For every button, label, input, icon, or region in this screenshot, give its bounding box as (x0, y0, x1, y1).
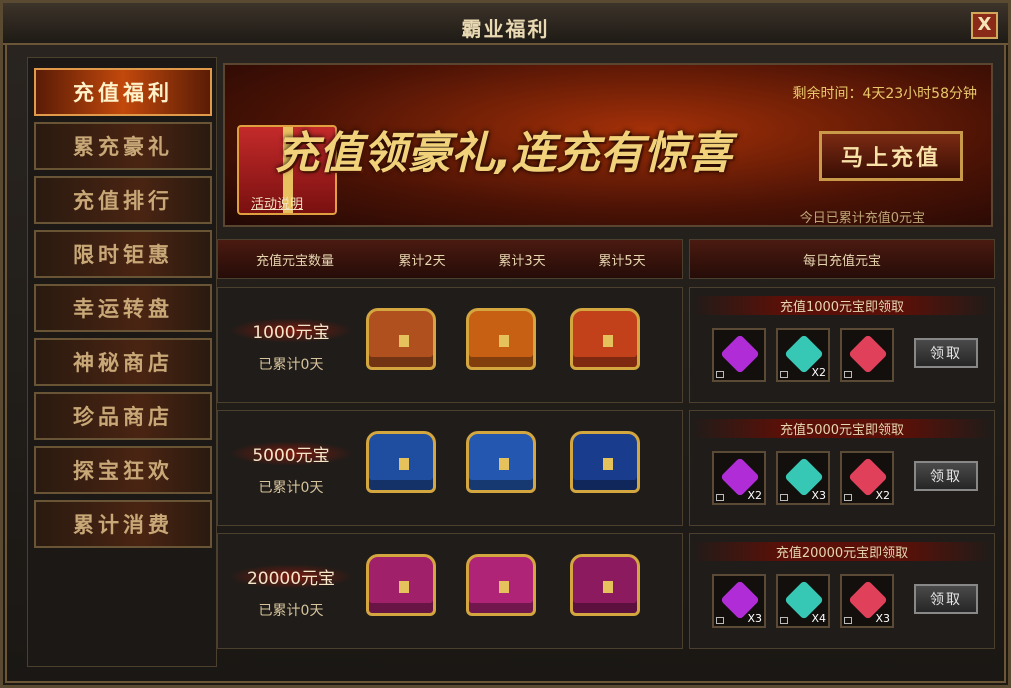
reward-slot[interactable]: X3 (712, 574, 766, 628)
header-daily: 每日充值元宝 (802, 253, 881, 269)
chest-5days-icon[interactable] (570, 308, 640, 370)
header-3days: 累计3天 (498, 253, 546, 269)
chest-2days-icon[interactable] (366, 308, 436, 370)
item-quantity: X2 (747, 489, 762, 502)
tier-row: 5000元宝 已累计0天 (217, 410, 683, 526)
promo-banner: 充值领豪礼,连充有惊喜 剩余时间：4天23小时58分钟 马上充值 活动说明 今日… (223, 63, 993, 227)
chest-5days-icon[interactable] (570, 431, 640, 493)
reward-slot[interactable]: X3 (840, 574, 894, 628)
item-quantity: X3 (811, 489, 826, 502)
daily-reward-row: 充值20000元宝即领取 X3 X4 X3 领取 (689, 533, 995, 649)
activity-info-link[interactable]: 活动说明 (251, 193, 303, 212)
daily-reward-row: 充值5000元宝即领取 X2 X3 X2 领取 (689, 410, 995, 526)
sidebar-item-treasure-hunt[interactable]: 探宝狂欢 (34, 446, 212, 494)
item-quantity: X3 (747, 612, 762, 625)
sidebar-item-treasure-shop[interactable]: 珍品商店 (34, 392, 212, 440)
daily-reward-row: 充值1000元宝即领取 X2 领取 (689, 287, 995, 403)
lock-icon (716, 494, 724, 501)
main-content: 充值领豪礼,连充有惊喜 剩余时间：4天23小时58分钟 马上充值 活动说明 今日… (217, 57, 997, 669)
window-title: 霸业福利 (461, 17, 550, 41)
welfare-window: 霸业福利 X 充值福利 累充豪礼 充值排行 限时钜惠 幸运转盘 神秘商店 珍品商… (0, 0, 1011, 688)
reward-slot[interactable]: X4 (776, 574, 830, 628)
chest-5days-icon[interactable] (570, 554, 640, 616)
claim-button[interactable]: 领取 (914, 461, 978, 491)
title-bar: 霸业福利 X (3, 3, 1008, 45)
sidebar-item-limited-deal[interactable]: 限时钜惠 (34, 230, 212, 278)
tier-row: 1000元宝 已累计0天 (217, 287, 683, 403)
lock-icon (716, 371, 724, 378)
tier-days: 已累计0天 (258, 480, 324, 496)
lock-icon (780, 494, 788, 501)
lock-icon (844, 371, 852, 378)
lock-icon (844, 617, 852, 624)
tier-header: 充值元宝数量 累计2天 累计3天 累计5天 (217, 239, 683, 279)
lock-icon (716, 617, 724, 624)
item-quantity: X2 (811, 366, 826, 379)
recharge-total: 今日已累计充值0元宝 (799, 211, 925, 226)
header-amount: 充值元宝数量 (255, 253, 334, 269)
purple-gem-icon (720, 334, 760, 374)
item-quantity: X3 (875, 612, 890, 625)
item-quantity: X2 (875, 489, 890, 502)
tier-amount: 1000元宝 (228, 318, 354, 343)
sidebar-item-lucky-wheel[interactable]: 幸运转盘 (34, 284, 212, 332)
sidebar-item-cumulative-spend[interactable]: 累计消费 (34, 500, 212, 548)
tier-row: 20000元宝 已累计0天 (217, 533, 683, 649)
daily-reward-label: 充值1000元宝即领取 (690, 296, 994, 315)
daily-reward-label: 充值20000元宝即领取 (690, 542, 994, 561)
lock-icon (780, 617, 788, 624)
claim-button[interactable]: 领取 (914, 338, 978, 368)
sidebar-item-mystery-shop[interactable]: 神秘商店 (34, 338, 212, 386)
reward-slot[interactable] (840, 328, 894, 382)
tier-days: 已累计0天 (258, 357, 324, 373)
sidebar-item-recharge-welfare[interactable]: 充值福利 (34, 68, 212, 116)
chest-2days-icon[interactable] (366, 554, 436, 616)
header-5days: 累计5天 (598, 253, 646, 269)
lock-icon (844, 494, 852, 501)
recharge-now-button[interactable]: 马上充值 (819, 131, 963, 181)
remaining-time: 剩余时间：4天23小时58分钟 (792, 86, 977, 102)
tier-days: 已累计0天 (258, 603, 324, 619)
reward-slot[interactable]: X3 (776, 451, 830, 505)
close-button[interactable]: X (971, 12, 998, 39)
chest-2days-icon[interactable] (366, 431, 436, 493)
header-2days: 累计2天 (398, 253, 446, 269)
chest-3days-icon[interactable] (466, 431, 536, 493)
banner-slogan: 充值领豪礼,连充有惊喜 (275, 128, 732, 179)
claim-button[interactable]: 领取 (914, 584, 978, 614)
reward-slot[interactable] (712, 328, 766, 382)
chest-3days-icon[interactable] (466, 554, 536, 616)
daily-reward-label: 充值5000元宝即领取 (690, 419, 994, 438)
sidebar-item-recharge-rank[interactable]: 充值排行 (34, 176, 212, 224)
reward-slot[interactable]: X2 (840, 451, 894, 505)
chest-3days-icon[interactable] (466, 308, 536, 370)
tier-amount: 5000元宝 (228, 441, 354, 466)
sidebar-item-cumulative-gift[interactable]: 累充豪礼 (34, 122, 212, 170)
sidebar: 充值福利 累充豪礼 充值排行 限时钜惠 幸运转盘 神秘商店 珍品商店 探宝狂欢 … (27, 57, 217, 667)
item-quantity: X4 (811, 612, 826, 625)
tier-amount: 20000元宝 (228, 564, 354, 589)
daily-header: 每日充值元宝 (689, 239, 995, 279)
reward-slot[interactable]: X2 (776, 328, 830, 382)
lock-icon (780, 371, 788, 378)
red-crystal-icon (848, 334, 888, 374)
reward-slot[interactable]: X2 (712, 451, 766, 505)
